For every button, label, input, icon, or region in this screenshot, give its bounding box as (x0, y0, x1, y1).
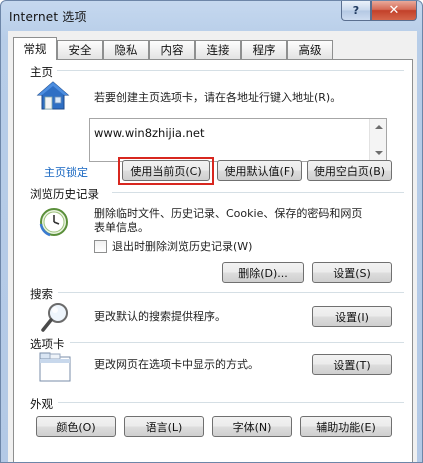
tab-privacy[interactable]: 隐私 (103, 40, 149, 59)
tabs-description: 更改网页在选项卡中显示的方式。 (94, 358, 259, 371)
home-page-url-field[interactable]: www.win8zhijia.net (89, 118, 387, 162)
appearance-section-title: 外观 (30, 396, 57, 412)
history-group-line (112, 192, 404, 193)
scroll-down-icon[interactable] (375, 151, 383, 155)
tabs-settings-button[interactable]: 设置(T) (312, 354, 392, 375)
tab-strip: 常规 安全 隐私 内容 连接 程序 高级 (13, 37, 413, 60)
window-title: Internet 选项 (9, 10, 87, 24)
use-blank-button[interactable]: 使用空白页(B) (307, 160, 392, 181)
languages-button[interactable]: 语言(L) (124, 416, 204, 437)
tabs-group-line (70, 342, 404, 343)
home-page-url-text: www.win8zhijia.net (94, 126, 205, 140)
internet-options-window: Internet 选项 ? ✕ 常规 安全 隐私 内容 连接 程序 高级 主页 … (0, 0, 423, 463)
history-description-line2: 表单信息。 (94, 221, 149, 234)
delete-on-exit-checkbox[interactable] (94, 240, 107, 253)
tab-content[interactable]: 内容 (149, 40, 195, 59)
home-lock-link[interactable]: 主页锁定 (44, 164, 88, 180)
search-description: 更改默认的搜索提供程序。 (94, 310, 226, 323)
history-settings-button[interactable]: 设置(S) (312, 262, 392, 283)
home-section-title: 主页 (30, 64, 57, 80)
search-group-line (58, 292, 404, 293)
url-scrollbar[interactable] (369, 119, 386, 161)
appearance-group-line (58, 402, 404, 403)
history-clock-icon (39, 208, 68, 237)
home-group-line (54, 70, 404, 71)
dialog-client-area: 常规 安全 隐私 内容 连接 程序 高级 主页 若要创建主页选项卡，请在各地址行… (8, 31, 417, 462)
tabs-window-icon (39, 352, 71, 382)
accessibility-button[interactable]: 辅助功能(E) (300, 416, 392, 437)
scroll-up-icon[interactable] (375, 125, 383, 129)
use-current-page-button[interactable]: 使用当前页(C) (122, 160, 210, 181)
colors-button[interactable]: 颜色(O) (36, 416, 116, 437)
title-bar[interactable]: Internet 选项 ? ✕ (1, 1, 422, 31)
tabs-section-title: 选项卡 (30, 336, 69, 352)
tab-security[interactable]: 安全 (57, 40, 103, 59)
search-settings-button[interactable]: 设置(I) (312, 306, 392, 327)
history-section-title: 浏览历史记录 (30, 186, 103, 202)
delete-history-button[interactable]: 删除(D)... (222, 262, 304, 283)
tab-general[interactable]: 常规 (13, 37, 57, 60)
tab-programs[interactable]: 程序 (241, 40, 287, 59)
fonts-button[interactable]: 字体(N) (212, 416, 292, 437)
delete-on-exit-label[interactable]: 退出时删除浏览历史记录(W) (112, 240, 252, 254)
use-default-button[interactable]: 使用默认值(F) (217, 160, 302, 181)
history-description-line1: 删除临时文件、历史记录、Cookie、保存的密码和网页 (94, 207, 363, 220)
home-description: 若要创建主页选项卡，请在各地址行键入地址(R)。 (94, 91, 342, 104)
tab-advanced[interactable]: 高级 (287, 40, 333, 59)
general-tab-panel: 主页 若要创建主页选项卡，请在各地址行键入地址(R)。 www.win8zhij… (13, 59, 413, 462)
house-icon (36, 81, 70, 110)
magnifier-icon (41, 303, 68, 332)
tab-connections[interactable]: 连接 (195, 40, 241, 59)
help-button[interactable]: ? (341, 1, 371, 21)
close-button[interactable]: ✕ (371, 1, 417, 21)
